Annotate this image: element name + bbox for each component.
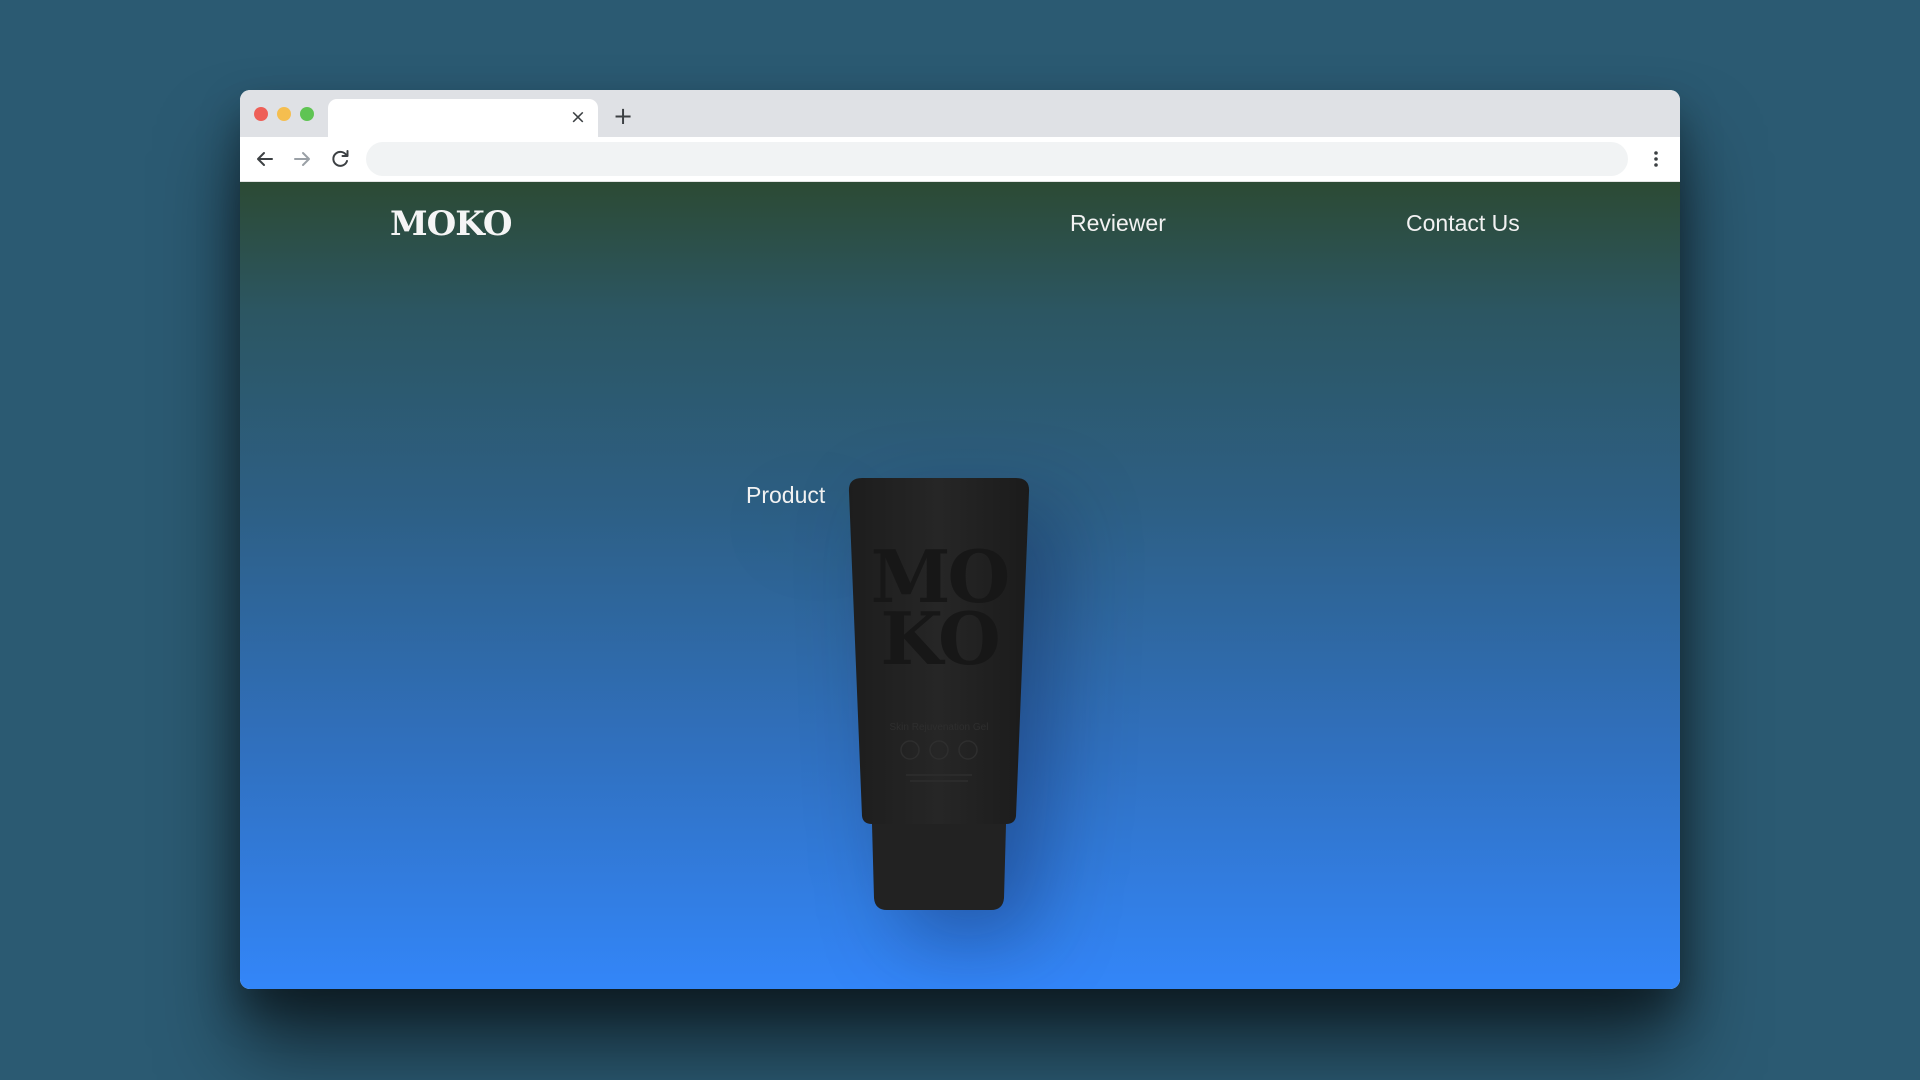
site-logo[interactable]: MOKO xyxy=(390,204,513,244)
vertical-dots-icon xyxy=(1654,151,1658,167)
nav-link-contact-us[interactable]: Contact Us xyxy=(1406,206,1520,240)
tube-product-name: Skin Rejuvenation Gel xyxy=(890,722,989,733)
browser-toolbar xyxy=(240,137,1680,182)
tab-strip: × + xyxy=(240,90,1680,137)
arrow-right-icon xyxy=(294,152,310,166)
new-tab-icon[interactable]: + xyxy=(611,104,635,128)
tube-fine-print xyxy=(910,780,968,782)
close-tab-icon[interactable]: × xyxy=(568,107,588,127)
tube-cap xyxy=(872,824,1006,910)
reload-icon xyxy=(332,150,349,167)
browser-tab[interactable]: × xyxy=(328,99,598,137)
browser-window: × + MOKO Product Reviewer Contact Us MO … xyxy=(240,90,1680,989)
address-bar-input[interactable] xyxy=(366,142,1628,176)
nav-link-reviewer[interactable]: Reviewer xyxy=(1070,206,1166,240)
tube-brand-line2: KO xyxy=(880,596,998,681)
maximize-window-button[interactable] xyxy=(300,107,314,121)
site-header: MOKO Product Reviewer Contact Us xyxy=(240,182,1680,508)
browser-menu-button[interactable] xyxy=(1644,147,1668,171)
arrow-left-icon xyxy=(257,152,273,166)
page-viewport: MOKO Product Reviewer Contact Us MO KO S… xyxy=(240,182,1680,989)
tube-fine-print xyxy=(906,774,972,776)
reload-button[interactable] xyxy=(328,147,352,171)
back-button[interactable] xyxy=(253,147,277,171)
close-window-button[interactable] xyxy=(254,107,268,121)
forward-button[interactable] xyxy=(290,147,314,171)
minimize-window-button[interactable] xyxy=(277,107,291,121)
product-tube-image: MO KO Skin Rejuvenation Gel xyxy=(848,478,1030,910)
